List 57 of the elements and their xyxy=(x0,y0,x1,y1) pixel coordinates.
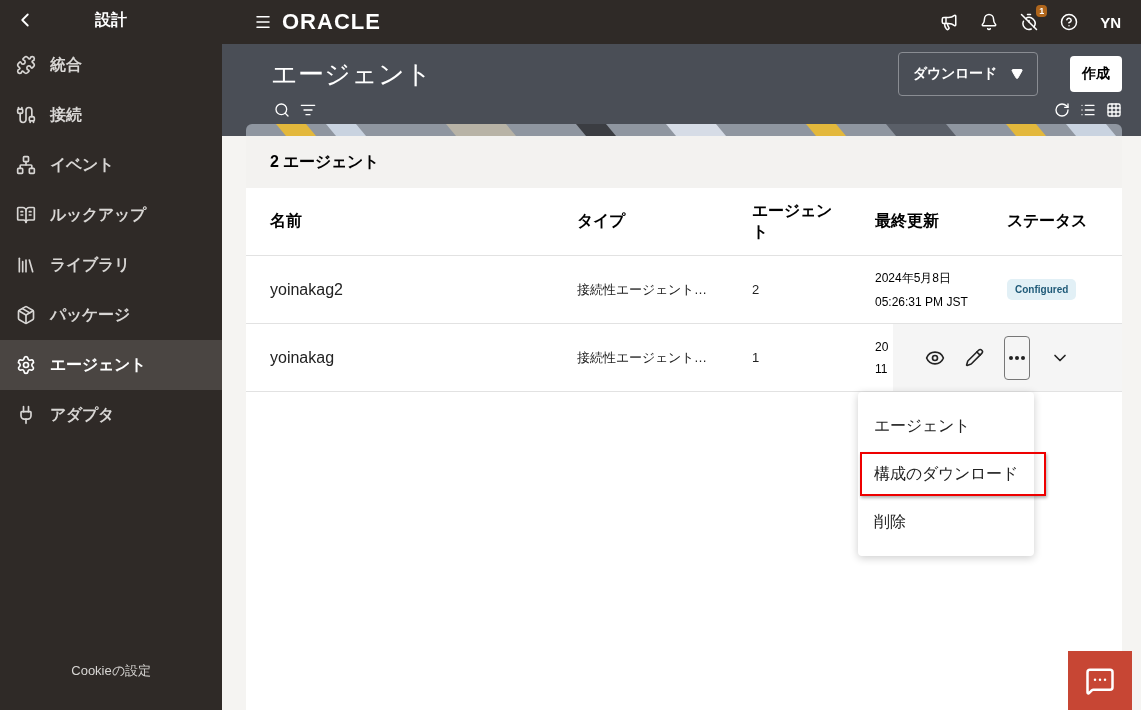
nav-item[interactable]: エージェント xyxy=(0,340,222,390)
search-icon[interactable] xyxy=(274,102,290,118)
logo: ORACLE xyxy=(282,9,381,35)
download-button[interactable]: ダウンロード xyxy=(898,52,1038,96)
menu-item[interactable]: 削除 xyxy=(858,498,1034,546)
help-icon[interactable] xyxy=(1060,13,1079,31)
column-header[interactable]: 最終更新 xyxy=(875,211,1007,232)
nav-item[interactable]: パッケージ xyxy=(0,290,222,340)
table-cell-text: 接続性エージェント… xyxy=(577,348,708,367)
list-view-icon[interactable] xyxy=(1080,102,1096,118)
column-header[interactable]: エージェント xyxy=(752,200,844,243)
column-header[interactable]: タイプ xyxy=(577,211,752,232)
timer-icon[interactable] xyxy=(1020,13,1039,31)
book-icon xyxy=(16,205,36,225)
create-button[interactable]: 作成 xyxy=(1070,56,1122,92)
more-button[interactable] xyxy=(1004,335,1030,380)
pencil-icon xyxy=(965,348,984,367)
cookie-settings-link[interactable]: Cookieの設定 xyxy=(0,662,222,710)
count-badge: 1 xyxy=(1036,5,1048,17)
chat-button[interactable] xyxy=(1068,651,1132,710)
library-icon xyxy=(16,255,36,275)
table-cell-text: 2024年5月8日 xyxy=(875,270,953,287)
table-cell-text: 2 xyxy=(752,282,761,297)
sidebar-title: 設計 xyxy=(94,9,128,30)
bell-icon[interactable] xyxy=(980,13,999,31)
table-cell-text: yoinakag2 xyxy=(270,280,344,299)
refresh-icon[interactable] xyxy=(1054,102,1070,118)
table-cell-text: 20 xyxy=(875,339,890,354)
table-cell-text: 11 xyxy=(875,361,889,376)
menu-item[interactable]: エージェント xyxy=(858,402,1034,450)
status-tag: Configured xyxy=(1007,279,1077,300)
gear-icon xyxy=(16,355,36,375)
caret-icon xyxy=(1011,68,1023,80)
megaphone-icon[interactable] xyxy=(940,13,959,31)
table-cell-text: 05:26:31 PM JST xyxy=(875,295,969,309)
nav-item[interactable]: 統合 xyxy=(0,40,222,90)
package-icon xyxy=(16,305,36,325)
grid-view-icon[interactable] xyxy=(1106,102,1122,118)
table-cell-text: yoinakag xyxy=(270,348,336,367)
ellipsis-icon xyxy=(1009,355,1025,360)
nav-item[interactable]: アダプタ xyxy=(0,390,222,440)
nav-item[interactable]: ライブラリ xyxy=(0,240,222,290)
edit-button[interactable] xyxy=(965,348,984,367)
menu-icon[interactable] xyxy=(254,13,272,31)
filter-icon[interactable] xyxy=(300,102,316,118)
page-title: エージェント xyxy=(271,57,432,91)
table-cell-text: 1 xyxy=(752,350,761,365)
column-header[interactable]: 名前 xyxy=(270,211,577,232)
nav-item[interactable]: イベント xyxy=(0,140,222,190)
table-cell-text: 接続性エージェント… xyxy=(577,280,708,299)
nav-item[interactable]: 接続 xyxy=(0,90,222,140)
nav-item[interactable]: ルックアップ xyxy=(0,190,222,240)
menu-item[interactable]: 構成のダウンロード xyxy=(858,450,1034,498)
network-icon xyxy=(16,155,36,175)
puzzle-icon xyxy=(16,55,36,75)
column-header[interactable]: ステータス xyxy=(1007,211,1122,232)
user-initials[interactable]: YN xyxy=(1100,13,1121,31)
